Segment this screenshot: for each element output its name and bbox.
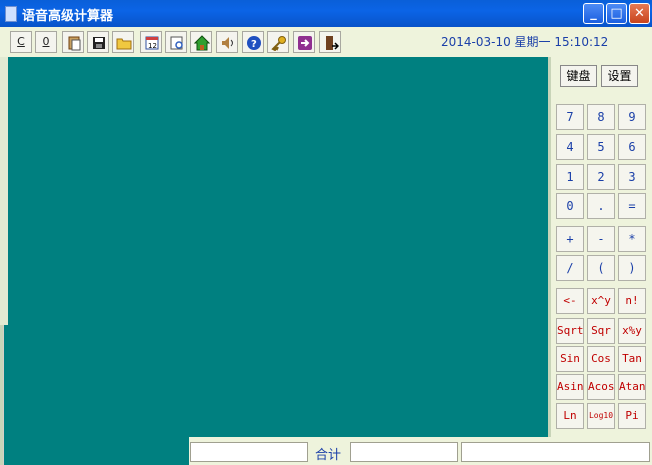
key-5[interactable]: 5 — [587, 134, 615, 160]
key-multiply[interactable]: * — [618, 226, 646, 252]
close-icon: ✕ — [634, 6, 645, 21]
maximize-icon: □ — [610, 6, 623, 21]
datetime-display: 2014-03-10 星期一 15:10:12 — [441, 35, 609, 49]
zero-label: 0 — [42, 35, 50, 48]
key-cos[interactable]: Cos — [587, 346, 615, 372]
speaker-icon — [222, 37, 233, 49]
key-8[interactable]: 8 — [587, 104, 615, 130]
calendar-button[interactable]: 12 — [140, 31, 162, 53]
paste-button[interactable] — [62, 31, 84, 53]
maximize-button[interactable]: □ — [606, 3, 627, 24]
key-backspace[interactable]: <- — [556, 288, 584, 314]
home-icon — [194, 35, 210, 51]
tab-keyboard[interactable]: 键盘 — [560, 65, 597, 87]
window-title: 语音高级计算器 — [22, 9, 114, 24]
key-4[interactable]: 4 — [556, 134, 584, 160]
key-plus[interactable]: + — [556, 226, 584, 252]
preview-icon — [170, 36, 183, 50]
key-7[interactable]: 7 — [556, 104, 584, 130]
result-display-lower — [4, 325, 189, 465]
app-icon — [5, 6, 17, 22]
exit-icon — [326, 36, 339, 50]
preview-button[interactable] — [165, 31, 187, 53]
close-button[interactable]: ✕ — [629, 3, 650, 24]
key-decimal[interactable]: . — [587, 193, 615, 219]
key-icon — [271, 36, 286, 51]
svg-text:12: 12 — [148, 42, 157, 50]
key-ln[interactable]: Ln — [556, 403, 584, 429]
save-icon — [93, 37, 105, 49]
key-factorial[interactable]: n! — [618, 288, 646, 314]
key-1[interactable]: 1 — [556, 164, 584, 190]
key-minus[interactable]: - — [587, 226, 615, 252]
minimize-icon: _ — [590, 6, 597, 21]
key-0[interactable]: 0 — [556, 193, 584, 219]
minimize-button[interactable]: _ — [583, 3, 604, 24]
arrow-right-icon — [298, 36, 312, 50]
key-power[interactable]: x^y — [587, 288, 615, 314]
key-close-paren[interactable]: ) — [618, 255, 646, 281]
exit-button[interactable] — [319, 31, 341, 53]
key-9[interactable]: 9 — [618, 104, 646, 130]
total-field — [350, 442, 458, 462]
left-panel — [0, 57, 8, 325]
calendar-icon: 12 — [145, 36, 159, 50]
key-3[interactable]: 3 — [618, 164, 646, 190]
key-open-paren[interactable]: ( — [587, 255, 615, 281]
home-button[interactable] — [190, 31, 212, 53]
paste-icon — [68, 36, 81, 51]
key-button[interactable] — [267, 31, 289, 53]
help-button[interactable]: ? — [242, 31, 264, 53]
clear-button[interactable]: C — [10, 31, 32, 53]
help-icon: ? — [247, 36, 261, 50]
key-divide[interactable]: / — [556, 255, 584, 281]
zero-button[interactable]: 0 — [35, 31, 57, 53]
key-mod[interactable]: x%y — [618, 318, 646, 344]
key-equals[interactable]: = — [618, 193, 646, 219]
clear-label: C — [17, 35, 25, 48]
svg-text:?: ? — [251, 39, 257, 50]
key-log10[interactable]: Log10 — [587, 403, 615, 429]
key-asin[interactable]: Asin — [556, 374, 584, 400]
forward-button[interactable] — [293, 31, 315, 53]
key-2[interactable]: 2 — [587, 164, 615, 190]
folder-icon — [116, 38, 132, 50]
open-button[interactable] — [112, 31, 134, 53]
tab-settings[interactable]: 设置 — [601, 65, 638, 87]
key-pi[interactable]: Pi — [618, 403, 646, 429]
key-tan[interactable]: Tan — [618, 346, 646, 372]
total-label: 合计 — [315, 448, 342, 463]
key-sqr[interactable]: Sqr — [587, 318, 615, 344]
key-atan[interactable]: Atan — [618, 374, 646, 400]
speaker-button[interactable] — [216, 31, 238, 53]
title-bar: 语音高级计算器 _ □ ✕ — [0, 0, 652, 27]
key-6[interactable]: 6 — [618, 134, 646, 160]
key-sqrt[interactable]: Sqrt — [556, 318, 584, 344]
key-acos[interactable]: Acos — [587, 374, 615, 400]
key-sin[interactable]: Sin — [556, 346, 584, 372]
save-button[interactable] — [87, 31, 109, 53]
status-field-3 — [461, 442, 650, 462]
status-field-1 — [190, 442, 308, 462]
